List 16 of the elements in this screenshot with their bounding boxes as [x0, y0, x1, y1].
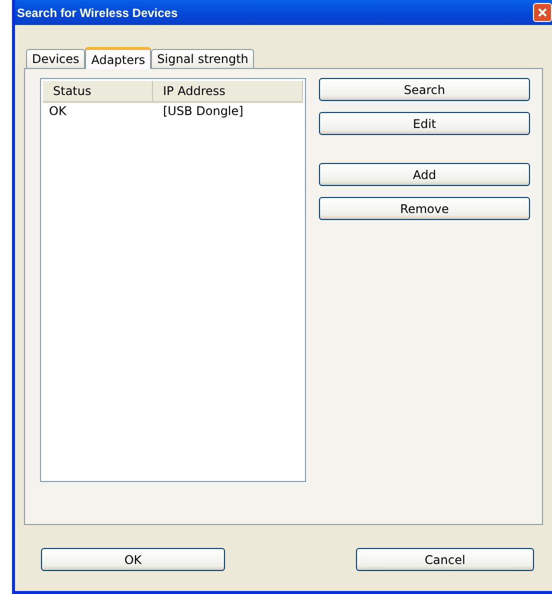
- action-button[interactable]: Edit: [319, 112, 530, 135]
- table-cell-text: [USB Dongle]: [162, 103, 244, 119]
- window-title: Search for Wireless Devices: [17, 6, 178, 20]
- dialog-button[interactable]: Cancel: [356, 548, 534, 571]
- column-header[interactable]: Status: [43, 81, 153, 101]
- close-icon: [537, 7, 548, 18]
- action-button[interactable]: Search: [319, 78, 530, 101]
- tab[interactable]: Adapters: [85, 47, 152, 69]
- table-cell-text: OK: [48, 103, 68, 119]
- action-button[interactable]: Remove: [319, 197, 530, 220]
- tab[interactable]: Signal strength: [151, 49, 254, 68]
- column-header[interactable]: IP Address: [153, 81, 303, 101]
- tab[interactable]: Devices: [26, 49, 86, 68]
- close-button[interactable]: [533, 3, 552, 22]
- action-button[interactable]: Add: [319, 163, 530, 186]
- dialog-button[interactable]: OK: [41, 548, 225, 571]
